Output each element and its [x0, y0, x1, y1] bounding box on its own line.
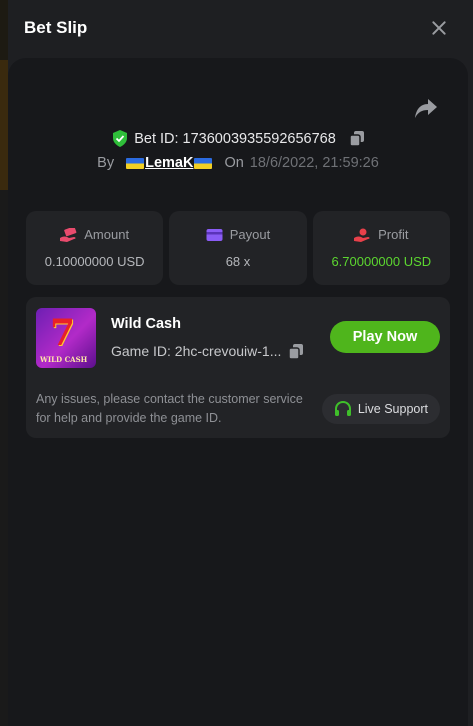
by-label: By — [97, 155, 115, 171]
game-id-row: Game ID: 2hc-crevouiw-1... — [111, 343, 304, 359]
author-row: By LemaK On 18/6/2022, 21:59:26 — [8, 155, 468, 171]
game-id: Game ID: 2hc-crevouiw-1... — [111, 343, 282, 359]
bet-id: Bet ID: 1736003935592656768 — [134, 130, 336, 147]
thumb-logo-text: WILD CASH — [40, 355, 88, 364]
stat-label: Profit — [378, 227, 409, 242]
stat-value: 6.70000000 USD — [331, 254, 432, 269]
username: LemaK — [145, 155, 194, 171]
bet-slip-modal: Bet Slip Bet ID: 1736003935592656768 By … — [8, 0, 473, 726]
copy-icon[interactable] — [349, 131, 364, 146]
ukraine-flag-icon — [126, 157, 145, 169]
stat-profit: Profit 6.70000000 USD — [312, 211, 450, 285]
bet-slip-content: Bet ID: 1736003935592656768 By LemaK On … — [8, 58, 468, 726]
live-support-label: Live Support — [357, 402, 428, 416]
verified-shield-icon — [113, 130, 128, 147]
profit-hand-icon — [354, 228, 370, 242]
stat-label: Payout — [229, 227, 271, 242]
play-now-button[interactable]: Play Now — [330, 321, 440, 353]
live-support-button[interactable]: Live Support — [321, 394, 440, 424]
on-label: On — [224, 155, 244, 171]
help-text: Any issues, please contact the customer … — [36, 392, 303, 425]
stat-value: 68 x — [225, 254, 251, 269]
modal-header: Bet Slip — [8, 0, 473, 56]
close-icon[interactable] — [429, 18, 449, 38]
copy-icon[interactable] — [289, 343, 304, 359]
modal-title: Bet Slip — [24, 18, 88, 37]
game-thumbnail[interactable]: 7 WILD CASH — [36, 308, 96, 368]
game-name: Wild Cash — [111, 316, 181, 332]
game-card: 7 WILD CASH Wild Cash Game ID: 2hc-crevo… — [26, 297, 450, 438]
stat-payout: Payout 68 x — [169, 211, 307, 285]
username-link[interactable]: LemaK — [126, 155, 213, 171]
bet-stats: Amount 0.10000000 USD Payout 68 x Profit… — [26, 211, 450, 285]
money-hand-icon — [60, 227, 77, 242]
stat-label: Amount — [84, 227, 130, 242]
headset-icon — [334, 400, 351, 416]
bet-date: 18/6/2022, 21:59:26 — [249, 155, 379, 171]
card-icon — [206, 228, 223, 241]
lucky-seven-icon: 7 — [50, 312, 76, 354]
stat-value: 0.10000000 USD — [44, 254, 145, 269]
ukraine-flag-icon — [194, 157, 213, 169]
share-icon[interactable] — [414, 98, 438, 120]
bet-id-row: Bet ID: 1736003935592656768 — [8, 130, 468, 147]
stat-amount: Amount 0.10000000 USD — [26, 211, 164, 285]
